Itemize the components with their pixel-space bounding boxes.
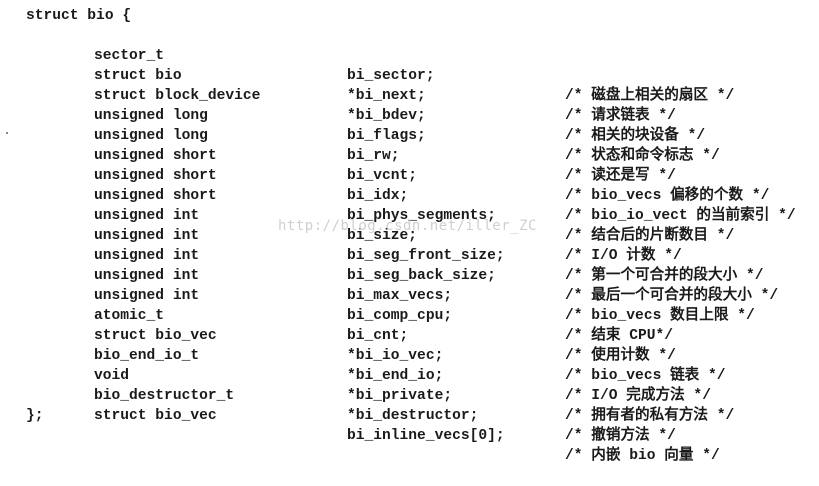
struct-open: struct bio { bbox=[26, 8, 132, 24]
field-row: unsigned int bi_seg_front_size; /* 第一个可合… bbox=[0, 206, 764, 284]
field-type: struct block_device bbox=[94, 88, 261, 104]
field-type: unsigned long bbox=[94, 128, 208, 144]
field-type: atomic_t bbox=[94, 308, 165, 324]
field-comment: /* 内嵌 bio 向量 */ bbox=[565, 448, 720, 464]
field-name: bi_idx; bbox=[347, 188, 409, 204]
field-name: bi_comp_cpu; bbox=[347, 308, 453, 324]
field-row: unsigned long bi_rw; /* 读还是写 */ bbox=[0, 106, 676, 184]
field-comment: /* bio_io_vect 的当前索引 */ bbox=[565, 208, 796, 224]
field-name: bi_inline_vecs[0]; bbox=[347, 428, 505, 444]
field-comment: /* 结束 CPU*/ bbox=[565, 328, 674, 344]
field-row: bio_destructor_t *bi_destructor; /* 撤销方法… bbox=[0, 366, 676, 444]
struct-close: }; bbox=[26, 408, 44, 424]
field-type: unsigned int bbox=[94, 248, 200, 264]
field-row: struct bio *bi_next; /* 请求链表 */ bbox=[0, 46, 676, 124]
field-name: *bi_private; bbox=[347, 388, 453, 404]
field-name: *bi_bdev; bbox=[347, 108, 426, 124]
field-comment: /* 相关的块设备 */ bbox=[565, 128, 706, 144]
field-row: sector_t bi_sector; /* 磁盘上相关的扇区 */ bbox=[0, 26, 734, 104]
field-type: struct bio_vec bbox=[94, 408, 217, 424]
field-name: bi_size; bbox=[347, 228, 418, 244]
field-row: unsigned int bi_comp_cpu; /* 结束 CPU*/ bbox=[0, 266, 673, 344]
field-type: unsigned short bbox=[94, 148, 217, 164]
field-name: bi_sector; bbox=[347, 68, 435, 84]
field-row: atomic_t bi_cnt; /* 使用计数 */ bbox=[0, 286, 676, 364]
field-type: sector_t bbox=[94, 48, 165, 64]
field-name: *bi_io_vec; bbox=[347, 348, 444, 364]
field-name: bi_phys_segments; bbox=[347, 208, 496, 224]
field-comment: /* 拥有者的私有方法 */ bbox=[565, 408, 735, 424]
field-type: unsigned int bbox=[94, 288, 200, 304]
field-row: bio_end_io_t *bi_end_io; /* I/O 完成方法 */ bbox=[0, 326, 711, 404]
field-comment: /* 状态和命令标志 */ bbox=[565, 148, 720, 164]
field-comment: /* 磁盘上相关的扇区 */ bbox=[565, 88, 735, 104]
field-name: *bi_next; bbox=[347, 88, 426, 104]
field-comment: /* 结合后的片断数目 */ bbox=[565, 228, 735, 244]
field-name: bi_flags; bbox=[347, 128, 426, 144]
field-name: *bi_destructor; bbox=[347, 408, 479, 424]
field-comment: /* 最后一个可合并的段大小 */ bbox=[565, 288, 779, 304]
field-name: bi_vcnt; bbox=[347, 168, 418, 184]
field-row: unsigned short bi_vcnt; /* bio_vecs 偏移的个… bbox=[0, 126, 769, 204]
field-type: unsigned int bbox=[94, 208, 200, 224]
field-type: struct bio bbox=[94, 68, 182, 84]
field-type: struct bio_vec bbox=[94, 328, 217, 344]
field-name: bi_rw; bbox=[347, 148, 400, 164]
field-row: unsigned int bi_seg_back_size; /* 最后一个可合… bbox=[0, 226, 778, 304]
field-comment: /* bio_vecs 数目上限 */ bbox=[565, 308, 755, 324]
field-comment: /* 请求链表 */ bbox=[565, 108, 676, 124]
field-row: unsigned int bi_max_vecs; /* bio_vecs 数目… bbox=[0, 246, 755, 324]
field-row: unsigned short bi_phys_segments; /* 结合后的… bbox=[0, 166, 734, 244]
field-comment: /* 第一个可合并的段大小 */ bbox=[565, 268, 764, 284]
field-comment: /* 使用计数 */ bbox=[565, 348, 676, 364]
field-type: bio_destructor_t bbox=[94, 388, 235, 404]
field-row: struct bio_vec bi_inline_vecs[0]; /* 内嵌 … bbox=[0, 386, 720, 464]
field-row: unsigned int bi_size; /* I/O 计数 */ bbox=[0, 186, 682, 264]
field-comment: /* 读还是写 */ bbox=[565, 168, 676, 184]
field-comment: /* 撤销方法 */ bbox=[565, 428, 676, 444]
field-type: unsigned int bbox=[94, 228, 200, 244]
field-name: *bi_end_io; bbox=[347, 368, 444, 384]
scan-mark bbox=[6, 132, 8, 134]
field-name: bi_seg_front_size; bbox=[347, 248, 505, 264]
field-row: unsigned short bi_idx; /* bio_io_vect 的当… bbox=[0, 146, 796, 224]
field-comment: /* bio_vecs 偏移的个数 */ bbox=[565, 188, 770, 204]
field-type: unsigned long bbox=[94, 108, 208, 124]
code-listing: struct bio { sector_t bi_sector; /* 磁盘上相… bbox=[0, 0, 819, 464]
field-name: bi_seg_back_size; bbox=[347, 268, 496, 284]
field-type: unsigned int bbox=[94, 268, 200, 284]
field-name: bi_cnt; bbox=[347, 328, 409, 344]
field-type: bio_end_io_t bbox=[94, 348, 200, 364]
field-comment: /* bio_vecs 链表 */ bbox=[565, 368, 726, 384]
field-row: struct block_device *bi_bdev; /* 相关的块设备 … bbox=[0, 66, 705, 144]
field-row: unsigned long bi_flags; /* 状态和命令标志 */ bbox=[0, 86, 720, 164]
field-comment: /* I/O 计数 */ bbox=[565, 248, 682, 264]
field-type: unsigned short bbox=[94, 188, 217, 204]
field-comment: /* I/O 完成方法 */ bbox=[565, 388, 711, 404]
field-row: struct bio_vec *bi_io_vec; /* bio_vecs 链… bbox=[0, 306, 726, 384]
field-type: unsigned short bbox=[94, 168, 217, 184]
field-name: bi_max_vecs; bbox=[347, 288, 453, 304]
field-type: void bbox=[94, 368, 130, 384]
field-row: void *bi_private; /* 拥有者的私有方法 */ bbox=[0, 346, 734, 424]
